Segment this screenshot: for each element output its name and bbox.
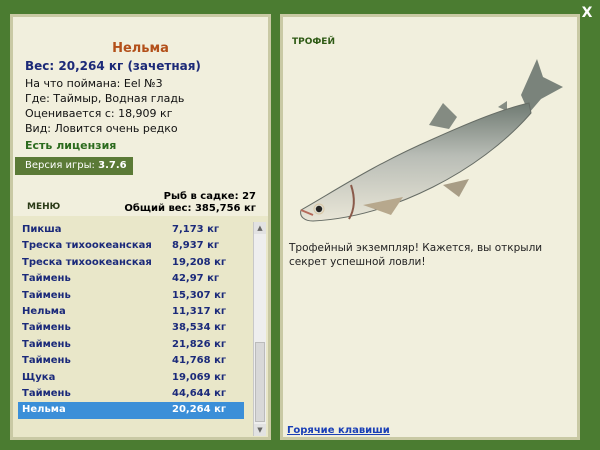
scroll-up-icon[interactable]: ▲ <box>254 222 266 234</box>
catch-row-fish-name: Таймень <box>22 322 71 334</box>
catch-row-fish-name: Таймень <box>22 387 71 399</box>
catch-row[interactable]: Таймень 15,307 кг <box>18 288 244 304</box>
catch-row-fish-name: Таймень <box>22 355 71 367</box>
location-info: Где: Таймыр, Водная гладь <box>25 92 185 105</box>
catch-row-fish-name: Нельма <box>22 404 66 416</box>
catch-row-fish-name: Треска тихоокеанская <box>22 240 152 252</box>
catch-row-weight: 44,644 кг <box>172 387 227 399</box>
catch-row[interactable]: Треска тихоокеанская 19,208 кг <box>18 255 244 271</box>
catch-row[interactable]: Таймень 21,826 кг <box>18 337 244 353</box>
bait-info: На что поймана: Eel №3 <box>25 77 163 90</box>
catch-row[interactable]: Щука 19,069 кг <box>18 370 244 386</box>
license-status: Есть лицензия <box>25 139 117 152</box>
catch-row-fish-name: Таймень <box>22 289 71 301</box>
catch-list-panel: Пикша 7,173 кг Треска тихоокеанская 8,937 к… <box>10 216 271 440</box>
catch-row-weight: 15,307 кг <box>172 289 227 301</box>
catch-row-fish-name: Щука <box>22 371 56 383</box>
catch-row[interactable]: Таймень 42,97 кг <box>18 271 244 287</box>
hotkeys-link[interactable]: Горячие клавиши <box>287 425 390 436</box>
catch-row-fish-name: Треска тихоокеанская <box>22 256 152 268</box>
catch-list: Пикша 7,173 кг Треска тихоокеанская 8,937 к… <box>18 222 244 419</box>
version-label: Версия игры: <box>25 160 99 171</box>
close-button[interactable]: X <box>580 5 594 21</box>
catch-row[interactable]: Таймень 44,644 кг <box>18 386 244 402</box>
catch-row[interactable]: Таймень 38,534 кг <box>18 320 244 336</box>
catch-row-weight: 41,768 кг <box>172 355 227 367</box>
catch-row-fish-name: Пикша <box>22 224 62 235</box>
game-window: X Нельма Вес: 20,264 кг (зачетная) На чт… <box>0 0 600 450</box>
menu-button[interactable]: МЕНЮ <box>27 202 60 212</box>
catch-row[interactable]: Нельма 20,264 кг <box>18 402 244 419</box>
catch-row[interactable]: Таймень 41,768 кг <box>18 353 244 369</box>
catch-row-weight: 19,069 кг <box>172 371 227 383</box>
catch-row-weight: 8,937 кг <box>172 240 220 252</box>
fish-info-panel: Нельма Вес: 20,264 кг (зачетная) На что … <box>10 14 271 220</box>
total-weight: Общий вес: 385,756 кг <box>124 203 256 214</box>
value-info: Оценивается с: 18,909 кг <box>25 107 173 120</box>
catch-stats: Рыб в садке: 27 Общий вес: 385,756 кг <box>124 191 256 215</box>
trophy-label: ТРОФЕЙ <box>292 37 335 47</box>
catch-row[interactable]: Пикша 7,173 кг <box>18 222 244 238</box>
trophy-message: Трофейный экземпляр! Кажется, вы открыли… <box>289 242 543 268</box>
catch-row-weight: 21,826 кг <box>172 338 227 350</box>
kind-info: Вид: Ловится очень редко <box>25 122 178 135</box>
catch-row-weight: 42,97 кг <box>172 273 220 285</box>
catch-row[interactable]: Нельма 11,317 кг <box>18 304 244 320</box>
catch-row-weight: 20,264 кг <box>172 404 227 416</box>
catch-row-fish-name: Таймень <box>22 273 71 285</box>
catch-row-weight: 7,173 кг <box>172 224 220 235</box>
catch-row-fish-name: Нельма <box>22 305 66 317</box>
fish-illustration-icon <box>300 59 563 222</box>
scroll-thumb[interactable] <box>255 342 265 422</box>
catch-row-weight: 38,534 кг <box>172 322 227 334</box>
fish-count: Рыб в садке: 27 <box>163 191 256 202</box>
catch-row-weight: 19,208 кг <box>172 256 227 268</box>
trophy-panel: ТРОФЕЙ Трофейный экземпляр! Кажется, вы … <box>280 14 580 440</box>
version-value: 3.7.6 <box>98 160 127 171</box>
fish-name: Нельма <box>112 41 169 56</box>
catch-row-weight: 11,317 кг <box>172 305 227 317</box>
scrollbar[interactable]: ▲ ▼ <box>253 222 266 436</box>
fish-weight: Вес: 20,264 кг (зачетная) <box>25 59 201 73</box>
version-badge: Версия игры: 3.7.6 <box>15 157 133 175</box>
catch-row-fish-name: Таймень <box>22 338 71 350</box>
catch-row[interactable]: Треска тихоокеанская 8,937 кг <box>18 238 244 254</box>
scroll-down-icon[interactable]: ▼ <box>254 424 266 436</box>
